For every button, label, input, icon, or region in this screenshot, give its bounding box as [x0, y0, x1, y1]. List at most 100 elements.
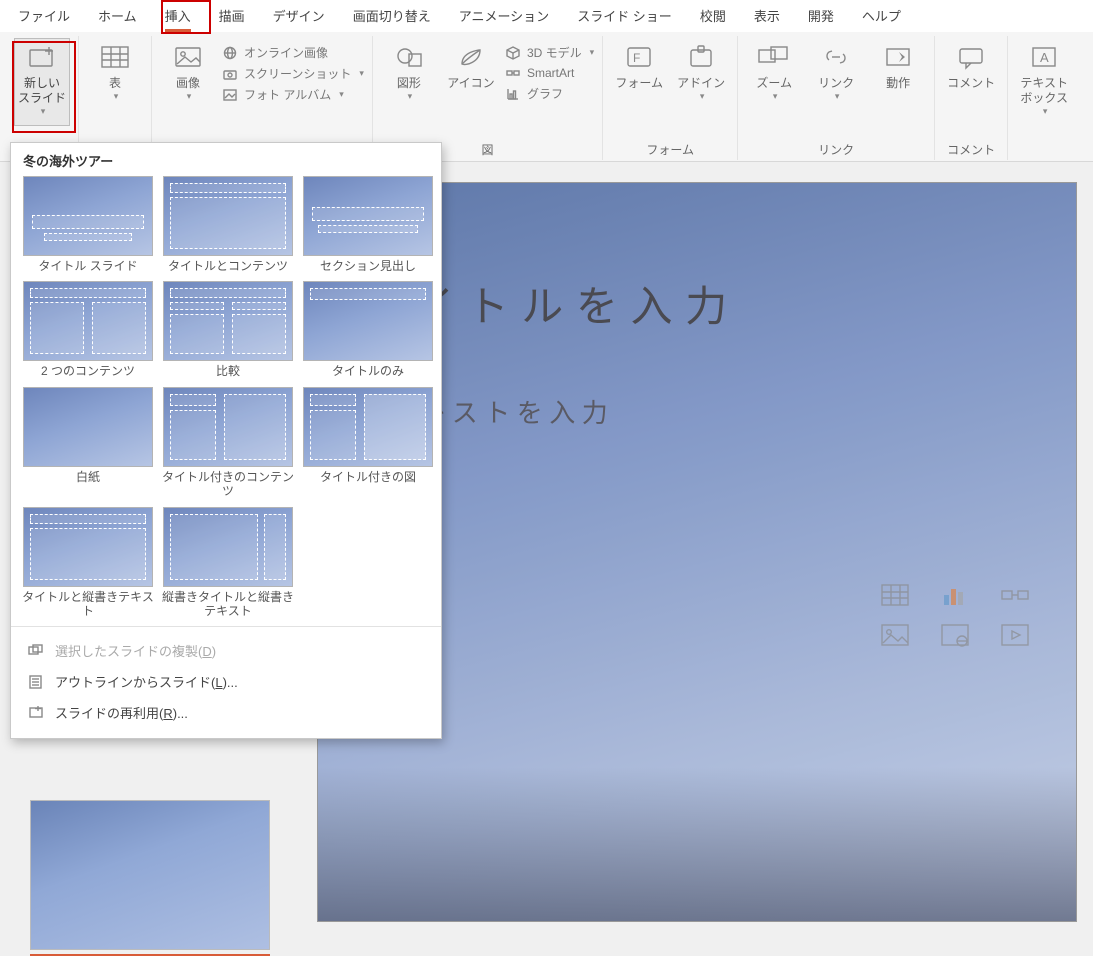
group-label-comment: コメント: [947, 141, 995, 160]
3d-models-button[interactable]: 3D モデル: [505, 44, 594, 61]
reuse-icon: [27, 705, 45, 721]
content-placeholder-icons[interactable]: [880, 583, 1036, 649]
table-label: 表: [109, 76, 121, 91]
forms-icon: F: [622, 42, 656, 72]
group-label-links: リンク: [818, 141, 854, 160]
screenshot-label: スクリーンショット: [244, 65, 351, 82]
zoom-label: ズーム: [756, 76, 792, 91]
new-slide-gallery: 冬の海外ツアー タイトル スライド タイトルとコンテンツ セクション見出し 2 …: [10, 142, 442, 739]
ph-chart-icon[interactable]: [940, 583, 972, 609]
link-label: リンク: [818, 76, 854, 91]
tab-animation[interactable]: アニメーション: [445, 0, 563, 32]
ph-online-picture-icon[interactable]: [940, 623, 972, 649]
new-slide-icon: [27, 45, 57, 74]
screenshot-button[interactable]: スクリーンショット: [222, 65, 364, 82]
tab-draw[interactable]: 描画: [205, 0, 259, 32]
textbox-label: テキスト ボックス: [1020, 76, 1068, 106]
images-button[interactable]: 画像: [160, 38, 216, 102]
comment-label: コメント: [947, 76, 995, 91]
online-images-button[interactable]: オンライン画像: [222, 44, 364, 61]
menu-duplicate-slide: 選択したスライドの複製(D): [21, 635, 433, 666]
cube-icon: [505, 45, 521, 61]
chart-button[interactable]: グラフ: [505, 85, 594, 102]
layout-blank[interactable]: 白紙: [21, 387, 155, 499]
smartart-icon: [505, 65, 521, 81]
photo-album-button[interactable]: フォト アルバム: [222, 86, 364, 103]
gallery-theme-title: 冬の海外ツアー: [21, 151, 433, 176]
ribbon-tabs: ファイル ホーム 挿入 描画 デザイン 画面切り替え アニメーション スライド …: [0, 0, 1093, 32]
tab-home[interactable]: ホーム: [84, 0, 151, 32]
group-label-illustrations: 図: [482, 141, 494, 160]
tab-developer[interactable]: 開発: [794, 0, 848, 32]
action-button[interactable]: 動作: [870, 38, 926, 91]
online-images-label: オンライン画像: [244, 44, 328, 61]
layout-content-with-caption[interactable]: タイトル付きのコンテンツ: [161, 387, 295, 499]
layout-two-content[interactable]: 2 つのコンテンツ: [21, 281, 155, 378]
gallery-grid: タイトル スライド タイトルとコンテンツ セクション見出し 2 つのコンテンツ …: [21, 176, 433, 618]
thumb-slide-2[interactable]: [30, 800, 270, 950]
layout-vertical-title-text[interactable]: 縦書きタイトルと縦書きテキスト: [161, 507, 295, 619]
action-icon: [881, 42, 915, 72]
action-label: 動作: [886, 76, 910, 91]
layout-comparison[interactable]: 比較: [161, 281, 295, 378]
tab-file[interactable]: ファイル: [4, 0, 84, 32]
tab-insert[interactable]: 挿入: [151, 0, 205, 32]
addins-button[interactable]: アドイン: [673, 38, 729, 102]
shapes-button[interactable]: 図形: [381, 38, 437, 102]
camera-icon: [222, 66, 238, 82]
outline-icon: [27, 674, 45, 690]
layout-section-header[interactable]: セクション見出し: [301, 176, 435, 273]
table-button[interactable]: 表: [87, 38, 143, 102]
tab-help[interactable]: ヘルプ: [848, 0, 915, 32]
new-slide-button[interactable]: 新しい スライド: [14, 38, 70, 126]
ph-picture-icon[interactable]: [880, 623, 912, 649]
comment-icon: [954, 42, 988, 72]
layout-title-only[interactable]: タイトルのみ: [301, 281, 435, 378]
textbox-icon: A: [1027, 42, 1061, 72]
tab-transition[interactable]: 画面切り替え: [339, 0, 445, 32]
tab-insert-label: 挿入: [165, 9, 191, 24]
images-icon: [171, 42, 205, 72]
tab-view[interactable]: 表示: [740, 0, 794, 32]
duplicate-icon: [27, 643, 45, 659]
forms-button[interactable]: F フォーム: [611, 38, 667, 91]
smartart-label: SmartArt: [527, 66, 574, 80]
addins-label: アドイン: [677, 76, 725, 91]
tab-active-underline: [165, 29, 191, 32]
layout-title-and-content[interactable]: タイトルとコンテンツ: [161, 176, 295, 273]
ph-table-icon[interactable]: [880, 583, 912, 609]
zoom-icon: [757, 42, 791, 72]
comment-button[interactable]: コメント: [943, 38, 999, 91]
link-button[interactable]: リンク: [808, 38, 864, 102]
svg-text:F: F: [633, 51, 640, 65]
tab-design[interactable]: デザイン: [259, 0, 339, 32]
album-icon: [222, 87, 238, 103]
photo-album-label: フォト アルバム: [244, 86, 331, 103]
menu-reuse-slides[interactable]: スライドの再利用(R)...: [21, 697, 433, 728]
menu-slides-from-outline[interactable]: アウトラインからスライド(L)...: [21, 666, 433, 697]
icons-label: アイコン: [447, 76, 494, 91]
icons-button[interactable]: アイコン: [443, 38, 499, 91]
new-slide-label: 新しい スライド: [18, 76, 66, 106]
leaf-icon: [454, 42, 488, 72]
tab-slideshow[interactable]: スライド ショー: [563, 0, 686, 32]
forms-label: フォーム: [615, 76, 663, 91]
textbox-button[interactable]: A テキスト ボックス: [1016, 38, 1072, 117]
chart-icon: [505, 86, 521, 102]
table-icon: [98, 42, 132, 72]
shapes-label: 図形: [397, 76, 421, 91]
ph-video-icon[interactable]: [1000, 623, 1032, 649]
svg-text:A: A: [1040, 50, 1049, 65]
chart-label: グラフ: [527, 85, 563, 102]
layout-title-vertical-text[interactable]: タイトルと縦書きテキスト: [21, 507, 155, 619]
3d-models-label: 3D モデル: [527, 44, 582, 61]
layout-title-slide[interactable]: タイトル スライド: [21, 176, 155, 273]
images-label: 画像: [176, 76, 200, 91]
ph-smartart-icon[interactable]: [1000, 583, 1032, 609]
tab-review[interactable]: 校閲: [686, 0, 740, 32]
shapes-icon: [392, 42, 426, 72]
layout-picture-with-caption[interactable]: タイトル付きの図: [301, 387, 435, 499]
zoom-button[interactable]: ズーム: [746, 38, 802, 102]
link-icon: [819, 42, 853, 72]
smartart-button[interactable]: SmartArt: [505, 65, 594, 81]
